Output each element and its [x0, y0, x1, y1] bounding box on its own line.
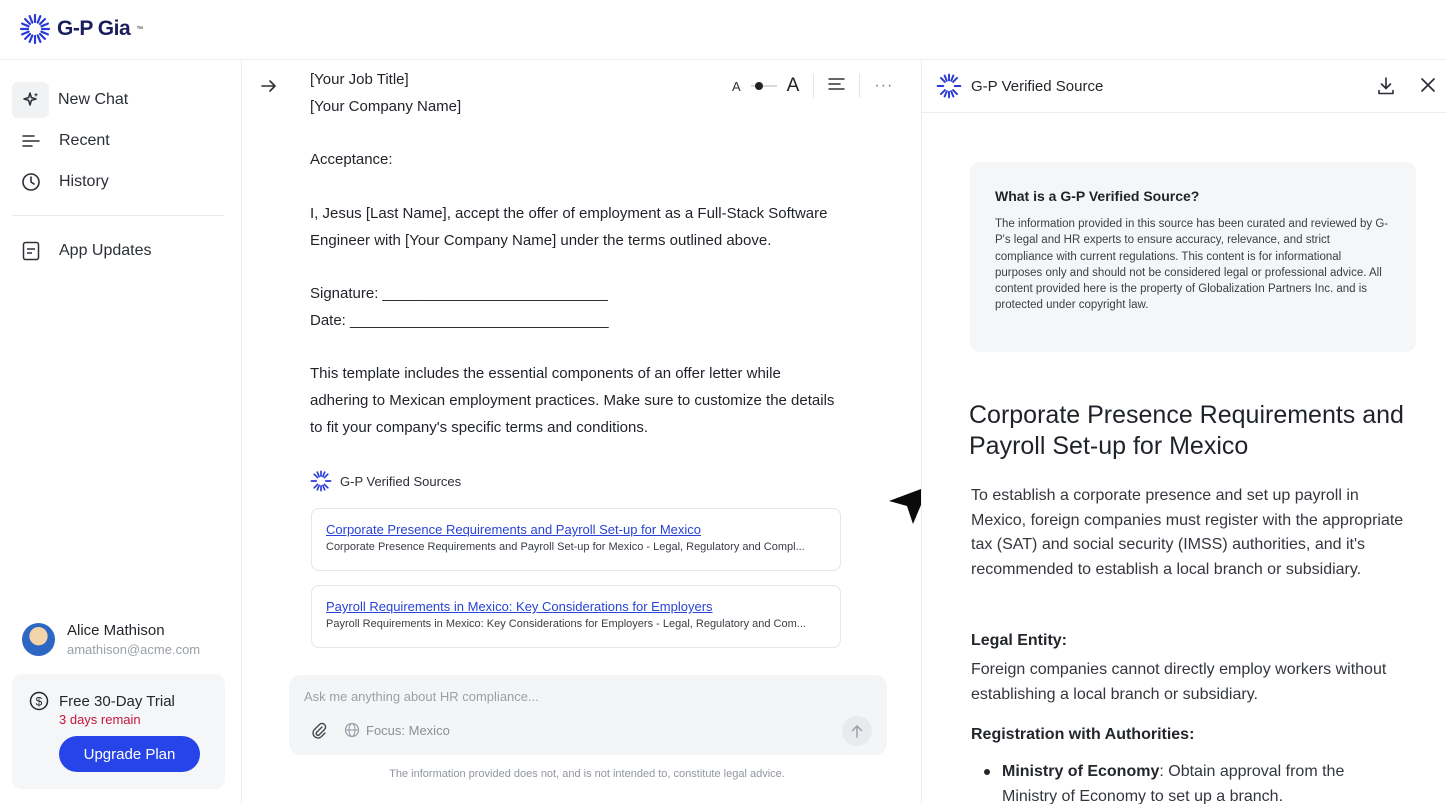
close-icon[interactable] [1420, 77, 1436, 98]
source-description: Payroll Requirements in Mexico: Key Cons… [326, 618, 806, 630]
sources-label-suffix: Sources [409, 473, 462, 489]
chat-input[interactable] [304, 689, 864, 704]
source-link[interactable]: Payroll Requirements in Mexico: Key Cons… [326, 599, 826, 614]
sidebar-divider [12, 215, 224, 216]
legal-disclaimer: The information provided does not, and i… [389, 768, 785, 780]
panel-title: G-P Verified Source [971, 77, 1104, 95]
message-date: Date: _______________________________ [310, 312, 609, 329]
document-icon [12, 233, 50, 269]
user-name: Alice Mathison [67, 622, 165, 639]
message-acceptance-heading: Acceptance: [310, 151, 393, 168]
user-email: amathison@acme.com [67, 642, 201, 657]
clock-icon [12, 164, 50, 200]
upgrade-plan-button[interactable]: Upgrade Plan [59, 736, 200, 772]
list-item: Ministry of Economy: Obtain approval fro… [984, 760, 1402, 804]
sparkle-icon [12, 82, 49, 118]
arrow-up-icon [851, 725, 863, 738]
message-acceptance-text: I, Jesus [Last Name], accept the offer o… [310, 205, 828, 249]
brand-name: G-P Gia [57, 17, 131, 40]
info-title: What is a G-P Verified Source? [995, 188, 1200, 204]
source-description: Corporate Presence Requirements and Payr… [326, 541, 805, 553]
sidebar-item-label: New Chat [58, 91, 129, 108]
gp-logo-icon [310, 470, 332, 492]
focus-selector[interactable]: Focus: Mexico [344, 722, 450, 738]
gp-logo-icon [19, 13, 51, 45]
paperclip-icon[interactable] [311, 722, 327, 745]
gp-logo-icon [936, 73, 962, 99]
source-link[interactable]: Corporate Presence Requirements and Payr… [326, 522, 826, 537]
source-card[interactable]: Corporate Presence Requirements and Payr… [311, 508, 841, 571]
document-intro: To establish a corporate presence and se… [971, 487, 1404, 578]
sidebar-item-history[interactable]: History [12, 164, 224, 200]
sidebar-item-app-updates[interactable]: App Updates [12, 233, 224, 269]
arrow-right-icon[interactable] [260, 78, 278, 99]
send-button[interactable] [842, 716, 872, 746]
verified-sources-header: G-P Verified Sources [310, 470, 461, 492]
message-summary: This template includes the essential com… [310, 365, 835, 436]
brand-tm: ™ [136, 25, 144, 33]
verified-source-info: What is a G-P Verified Source? The infor… [970, 162, 1416, 352]
trial-card: $ Free 30-Day Trial 3 days remain Upgrad… [12, 674, 225, 789]
chat-main: A A ··· [Your Job Title] [Your Company N… [242, 60, 921, 804]
more-options-button[interactable]: ··· [874, 77, 893, 95]
bullet-bold: Ministry of Economy [1002, 763, 1160, 780]
list-icon [12, 123, 50, 159]
focus-label: Focus: Mexico [366, 722, 450, 738]
message-signature: Signature: ___________________________ [310, 285, 608, 302]
sidebar: New Chat Recent History App Updates Alic… [0, 60, 242, 804]
legal-entity-text: Foreign companies cannot directly employ… [971, 661, 1387, 703]
sidebar-item-label: Recent [59, 132, 110, 149]
sources-label-prefix: G-P Verified [340, 473, 410, 489]
trial-remaining: 3 days remain [59, 712, 141, 727]
sidebar-item-label: App Updates [59, 242, 152, 259]
verified-source-panel: G-P Verified Source What is a G-P Verifi… [921, 60, 1446, 804]
avatar [22, 623, 55, 656]
source-card[interactable]: Payroll Requirements in Mexico: Key Cons… [311, 585, 841, 648]
section-heading-registration: Registration with Authorities: [971, 726, 1195, 743]
brand-logo[interactable]: G-P Gia ™ [19, 13, 143, 45]
user-profile[interactable]: Alice Mathison amathison@acme.com [22, 622, 200, 657]
section-heading-legal: Legal Entity: [971, 632, 1068, 649]
message-line: [Your Job Title] [310, 71, 409, 88]
dollar-icon: $ [29, 691, 49, 711]
message-line: [Your Company Name] [310, 98, 462, 115]
sidebar-item-recent[interactable]: Recent [12, 123, 224, 159]
sidebar-item-label: History [59, 173, 109, 190]
svg-text:$: $ [36, 695, 43, 709]
document-title: Corporate Presence Requirements and Payr… [969, 401, 1404, 460]
chat-composer: Focus: Mexico [289, 675, 887, 755]
trial-title: Free 30-Day Trial [59, 692, 175, 710]
download-icon[interactable] [1376, 76, 1396, 101]
globe-icon [344, 722, 360, 738]
panel-header: G-P Verified Source [922, 60, 1446, 113]
sidebar-item-new-chat[interactable]: New Chat [12, 82, 224, 118]
info-body: The information provided in this source … [995, 218, 1389, 312]
toolbar-divider [859, 74, 861, 98]
top-bar: G-P Gia ™ [0, 0, 1446, 60]
